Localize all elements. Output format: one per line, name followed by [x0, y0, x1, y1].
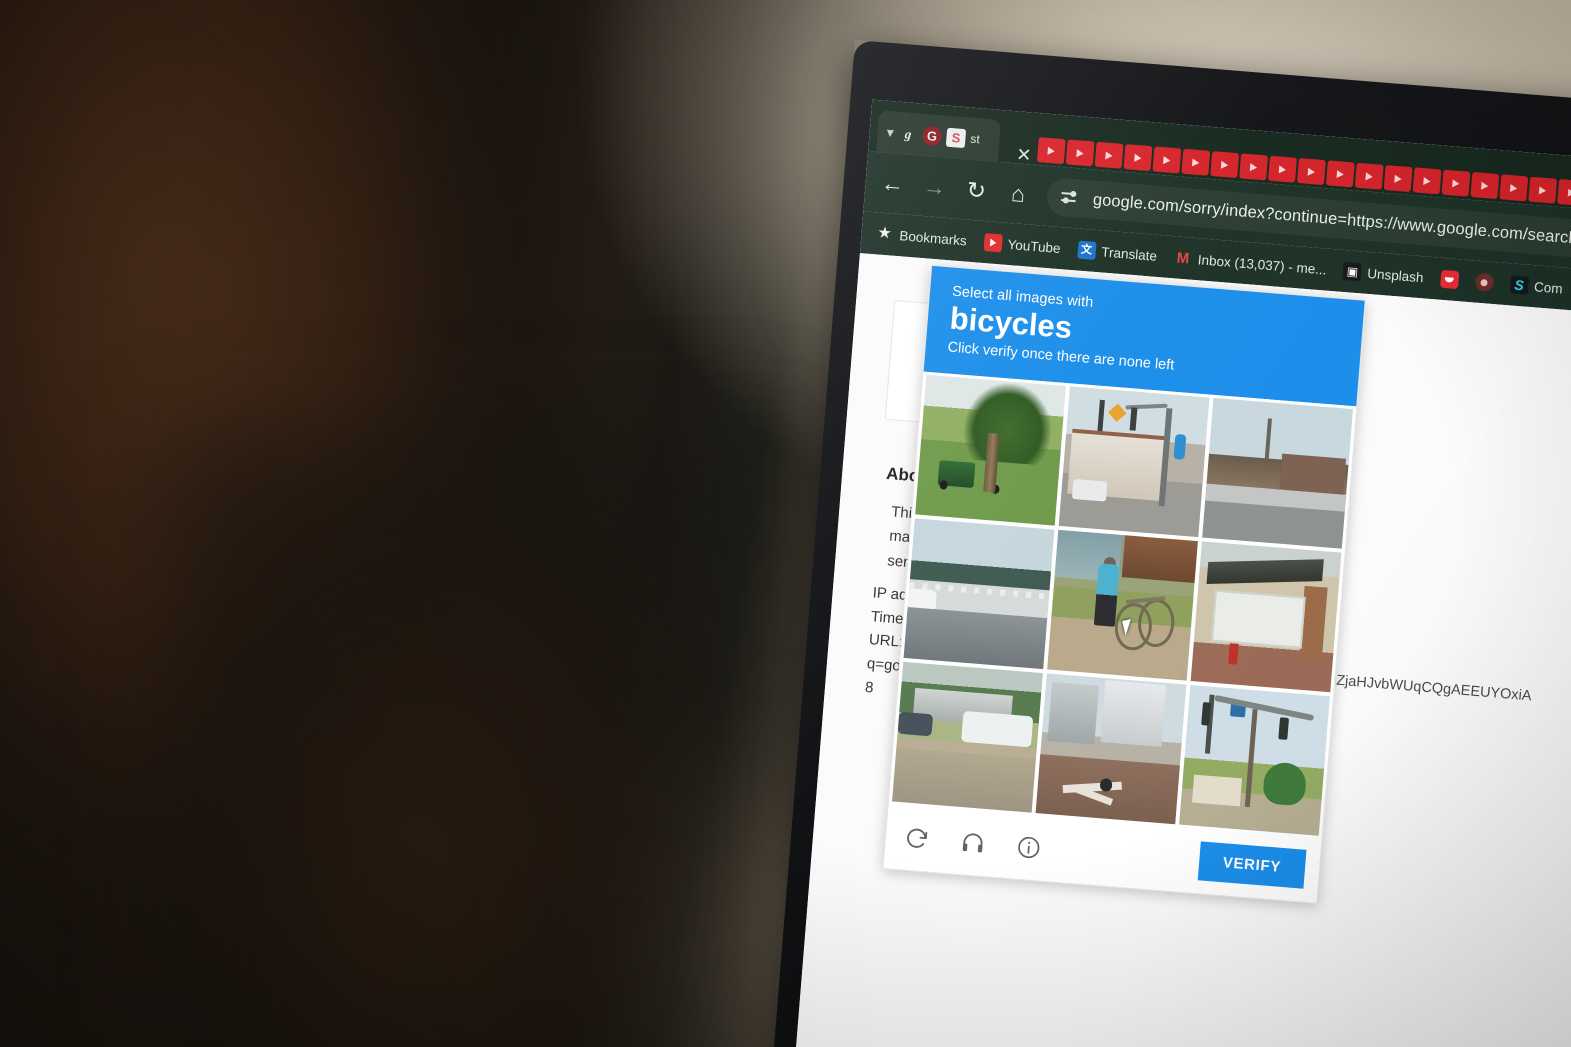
bookmark-item[interactable]: S Com	[1509, 275, 1564, 297]
browser-tab-youtube[interactable]	[1181, 148, 1211, 176]
info-circle-icon[interactable]	[1013, 831, 1045, 863]
browser-tab-youtube[interactable]	[1297, 157, 1326, 186]
laptop-screen: ▾ g G S st ✕ ← → ↻ ⌂ google.com/sorry/in…	[784, 99, 1571, 1047]
browser-tab-youtube[interactable]	[1499, 174, 1529, 202]
headphones-icon[interactable]	[957, 826, 989, 858]
chevron-down-icon[interactable]: ▾	[886, 124, 894, 141]
browser-tab-youtube[interactable]	[1557, 178, 1571, 207]
browser-tab-youtube[interactable]	[1123, 144, 1153, 172]
blurred-foreground-secondary	[170, 430, 790, 1047]
challenge-tile-2[interactable]	[1058, 385, 1210, 537]
reload-icon[interactable]: ↻	[962, 176, 990, 203]
browser-tab-youtube[interactable]	[1470, 171, 1500, 200]
browser-tab-youtube[interactable]	[1268, 155, 1298, 183]
challenge-image-grid	[888, 371, 1357, 839]
bookmark-item[interactable]: 文 Translate	[1076, 240, 1158, 265]
browser-tab-youtube[interactable]	[1210, 151, 1240, 179]
browser-tab-youtube[interactable]	[1354, 162, 1384, 190]
challenge-tile-6[interactable]	[1190, 541, 1342, 692]
bookmark-label: Com	[1533, 278, 1564, 297]
translate-icon: 文	[1076, 240, 1097, 260]
tab-title: st	[969, 131, 981, 147]
challenge-tile-3[interactable]	[1202, 397, 1354, 549]
browser-tab-youtube[interactable]	[1152, 146, 1182, 174]
compressor-icon: S	[1509, 275, 1529, 295]
home-icon[interactable]: ⌂	[1004, 180, 1032, 207]
browser-tab-youtube[interactable]	[1065, 139, 1095, 167]
bookmark-item[interactable]: ★ Bookmarks	[875, 224, 968, 249]
browser-tab-youtube[interactable]	[1094, 141, 1124, 169]
browser-tab-youtube[interactable]	[1383, 164, 1413, 193]
bookmark-item[interactable]: M Inbox (13,037) - me...	[1173, 248, 1327, 278]
forward-arrow-icon[interactable]: →	[921, 172, 949, 200]
page-content: About th This netw malicious sending IP …	[784, 253, 1571, 1047]
avatar-icon	[1474, 272, 1495, 292]
unsplash-icon: ▣	[1342, 261, 1363, 282]
youtube-icon	[983, 233, 1003, 253]
challenge-tile-4[interactable]	[903, 517, 1055, 669]
verify-button[interactable]: VERIFY	[1197, 841, 1307, 889]
close-icon[interactable]: ✕	[1016, 144, 1033, 165]
tune-sliders-icon[interactable]	[1060, 187, 1082, 209]
recaptcha-challenge: Select all images with bicycles Click ve…	[882, 264, 1366, 904]
challenge-tile-9[interactable]	[1179, 684, 1330, 836]
bookmark-item[interactable]: YouTube	[983, 233, 1061, 257]
browser-tab-youtube[interactable]	[1412, 167, 1442, 195]
bookmark-label: Translate	[1100, 243, 1158, 264]
browser-tab-youtube[interactable]	[1239, 153, 1269, 181]
reload-icon[interactable]	[901, 822, 933, 854]
favicon-white: S	[945, 127, 967, 148]
star-icon: ★	[876, 224, 893, 243]
bookmark-item[interactable]: ▣ Unsplash	[1342, 261, 1425, 286]
favicon-red: G	[921, 125, 943, 146]
gmail-icon: M	[1176, 249, 1190, 267]
browser-tab-youtube[interactable]	[1528, 176, 1558, 204]
favicon-google: g	[904, 125, 913, 142]
red-square-icon	[1439, 269, 1460, 290]
browser-tab-youtube[interactable]	[1036, 137, 1066, 165]
challenge-tile-5[interactable]	[1047, 529, 1198, 681]
bookmark-item[interactable]	[1474, 272, 1495, 292]
browser-tab-youtube[interactable]	[1441, 169, 1471, 197]
bookmark-label: Bookmarks	[898, 227, 968, 249]
browser-tab-youtube[interactable]	[1325, 160, 1355, 188]
challenge-tile-8[interactable]	[1035, 673, 1187, 824]
back-arrow-icon[interactable]: ←	[879, 169, 907, 197]
challenge-tile-7[interactable]	[892, 661, 1043, 813]
bookmark-item[interactable]	[1439, 269, 1460, 290]
bookmark-label: Unsplash	[1366, 265, 1425, 285]
bookmark-label: Inbox (13,037) - me...	[1197, 251, 1328, 278]
challenge-tile-1[interactable]	[915, 374, 1066, 526]
laptop: ▾ g G S st ✕ ← → ↻ ⌂ google.com/sorry/in…	[760, 40, 1571, 1047]
bookmark-label: YouTube	[1007, 236, 1062, 256]
